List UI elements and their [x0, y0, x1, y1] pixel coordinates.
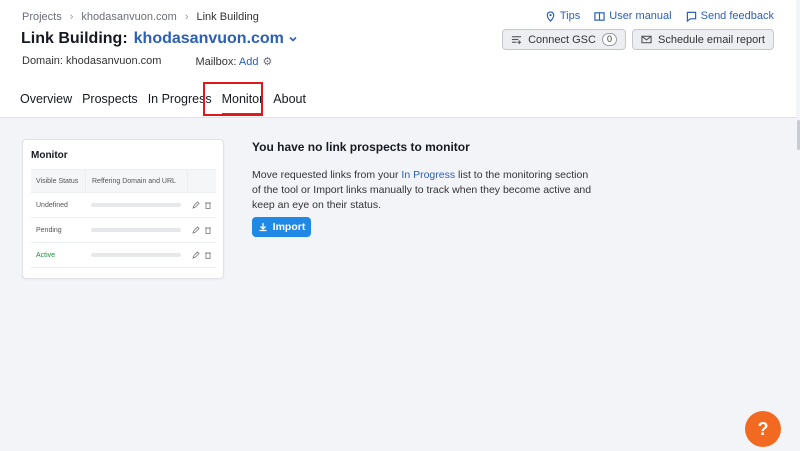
tab-about[interactable]: About [273, 90, 306, 108]
breadcrumb-projects[interactable]: Projects [22, 11, 62, 23]
mail-icon [641, 35, 652, 44]
user-manual-link[interactable]: User manual [594, 10, 672, 22]
table-header-row: Visible Status Reffering Domain and URL [31, 169, 216, 193]
tips-link[interactable]: Tips [545, 10, 580, 22]
column-header-status: Visible Status [36, 177, 79, 185]
chevron-right-icon: › [69, 11, 74, 23]
monitor-preview-card: Monitor Visible Status Reffering Domain … [22, 139, 224, 279]
domain-meta-value: khodasanvuon.com [66, 55, 162, 67]
page-title: Link Building: khodasanvuon.com [21, 30, 298, 48]
table-row: Pending [31, 218, 216, 243]
card-title: Monitor [31, 150, 68, 161]
table-row: Active [31, 243, 216, 268]
row-status: Undefined [36, 201, 68, 209]
download-icon [259, 223, 267, 232]
empty-state-text: Move requested links from your In Progre… [252, 168, 597, 213]
domain-selector[interactable]: khodasanvuon.com [134, 30, 298, 48]
row-status: Pending [36, 226, 62, 234]
domain-selector-label: khodasanvuon.com [133, 30, 284, 47]
send-feedback-label: Send feedback [700, 10, 774, 22]
tab-bar: Overview Prospects In Progress Monitor A… [20, 90, 316, 115]
chevron-down-icon [289, 36, 297, 42]
user-manual-label: User manual [609, 10, 672, 22]
import-button[interactable]: Import [252, 217, 311, 237]
placeholder-bar [91, 253, 181, 257]
title-prefix: Link Building: [21, 30, 128, 47]
breadcrumb-current: Link Building [196, 11, 259, 23]
schedule-email-report-button[interactable]: Schedule email report [631, 29, 774, 50]
location-pin-icon [546, 10, 555, 22]
send-feedback-link[interactable]: Send feedback [686, 10, 774, 22]
top-links: Tips User manual Send feedback [545, 10, 774, 22]
gsc-count-badge: 0 [601, 33, 617, 46]
book-icon [594, 11, 605, 21]
edit-icon [191, 251, 200, 259]
empty-state-heading: You have no link prospects to monitor [252, 140, 470, 154]
trash-icon [204, 252, 211, 259]
column-header-actions [187, 170, 216, 192]
row-actions [187, 251, 216, 259]
row-domain [85, 218, 187, 242]
row-actions [187, 201, 216, 209]
help-button[interactable]: ? [745, 411, 781, 447]
trash-icon [204, 202, 211, 209]
monitor-preview-table: Visible Status Reffering Domain and URL … [31, 169, 216, 268]
edit-icon [191, 201, 200, 209]
empty-text-start: Move requested links from your [252, 169, 402, 181]
breadcrumb: Projects › khodasanvuon.com › Link Build… [22, 11, 259, 23]
connect-gsc-button[interactable]: Connect GSC 0 [502, 29, 626, 50]
chevron-right-icon: › [184, 11, 189, 23]
placeholder-bar [91, 203, 181, 207]
row-actions [187, 226, 216, 234]
placeholder-bar [91, 228, 181, 232]
tab-overview[interactable]: Overview [20, 90, 72, 108]
connect-gsc-label: Connect GSC [528, 33, 596, 46]
column-header-domain: Reffering Domain and URL [85, 170, 187, 192]
scrollbar[interactable] [796, 0, 800, 451]
row-domain [85, 193, 187, 217]
trash-icon [204, 227, 211, 234]
empty-state: You have no link prospects to monitor Mo… [252, 140, 597, 237]
breadcrumb-project[interactable]: khodasanvuon.com [81, 11, 176, 23]
gear-icon[interactable]: ⚙ [262, 56, 272, 68]
domain-meta: Domain: khodasanvuon.com [22, 55, 161, 68]
annotation-highlight-box [203, 82, 263, 116]
mailbox-add-link[interactable]: Add [239, 56, 259, 68]
mailbox-meta: Mailbox: Add ⚙ [195, 55, 272, 68]
import-label: Import [272, 221, 306, 233]
header-actions: Connect GSC 0 Schedule email report [502, 29, 774, 50]
tips-label: Tips [559, 10, 581, 22]
in-progress-link[interactable]: In Progress [401, 169, 455, 181]
edit-icon [191, 226, 200, 234]
connect-icon [512, 36, 522, 45]
row-status: Active [36, 251, 56, 259]
domain-meta-label: Domain: [22, 55, 63, 67]
row-domain [85, 243, 187, 267]
chat-icon [686, 11, 696, 22]
schedule-email-report-label: Schedule email report [657, 33, 765, 46]
tab-prospects[interactable]: Prospects [82, 90, 138, 108]
mailbox-label: Mailbox: [195, 56, 237, 68]
page-header: Projects › khodasanvuon.com › Link Build… [0, 0, 800, 118]
table-row: Undefined [31, 193, 216, 218]
project-meta: Domain: khodasanvuon.com Mailbox: Add ⚙ [22, 55, 272, 68]
